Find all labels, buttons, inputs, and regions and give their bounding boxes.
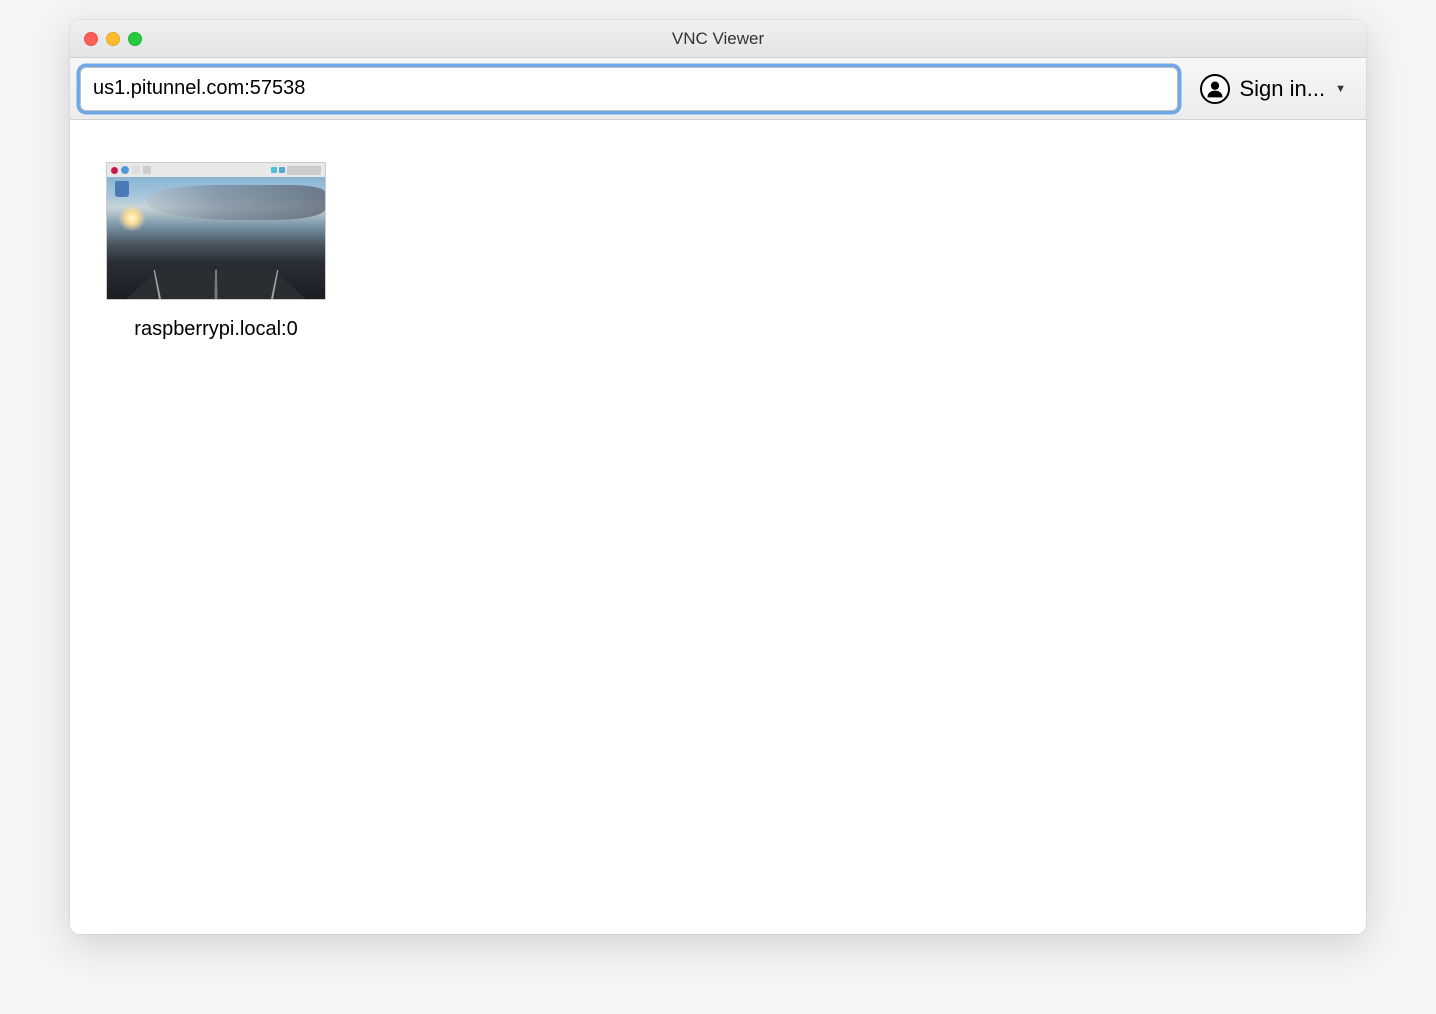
address-bar-wrapper	[80, 67, 1178, 111]
signin-label: Sign in...	[1240, 76, 1326, 102]
user-icon	[1200, 74, 1230, 104]
minimize-button[interactable]	[106, 32, 120, 46]
window-title: VNC Viewer	[70, 29, 1366, 49]
toolbar: Sign in... ▼	[70, 58, 1366, 120]
app-window: VNC Viewer Sign in... ▼	[70, 20, 1366, 934]
connections-grid: raspberrypi.local:0	[70, 120, 1366, 934]
connection-item[interactable]: raspberrypi.local:0	[106, 162, 326, 341]
signin-button[interactable]: Sign in... ▼	[1190, 68, 1357, 110]
connection-thumbnail	[106, 162, 326, 300]
titlebar: VNC Viewer	[70, 20, 1366, 58]
connection-label: raspberrypi.local:0	[134, 318, 297, 341]
maximize-button[interactable]	[128, 32, 142, 46]
window-controls	[70, 32, 142, 46]
address-input[interactable]	[80, 67, 1178, 111]
close-button[interactable]	[84, 32, 98, 46]
trash-icon	[115, 181, 129, 197]
chevron-down-icon: ▼	[1335, 83, 1346, 95]
